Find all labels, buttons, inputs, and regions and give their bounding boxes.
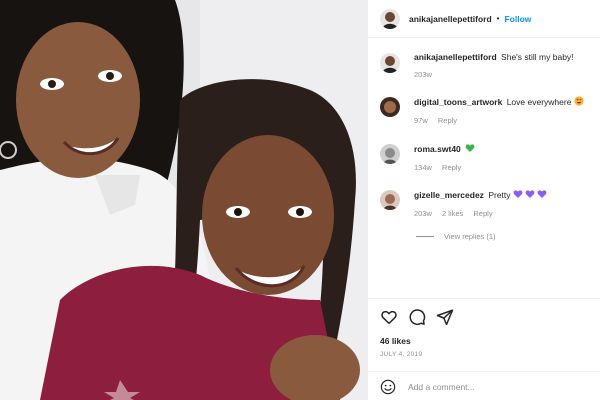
comment: roma.swt40 134w Reply [380, 143, 595, 173]
reply-button[interactable]: Reply [438, 116, 457, 125]
comment-age: 203w [414, 209, 432, 218]
post-photo[interactable] [0, 0, 367, 400]
comment-line: digital_toons_artwork Love everywhere [414, 96, 584, 109]
avatar[interactable] [380, 144, 400, 164]
comment-line: gizelle_mercedez Pretty [414, 189, 547, 202]
comment-meta: 134w Reply [414, 162, 475, 173]
purple-hearts-emoji-glyph [513, 190, 547, 198]
likes-count[interactable]: 46 likes [380, 336, 411, 346]
caption-text: She's still my baby! [501, 52, 574, 62]
caption: anikajanellepettiford She's still my bab… [380, 52, 595, 80]
heart-icon[interactable] [380, 308, 398, 326]
green-heart-emoji [465, 143, 475, 156]
header-separator: • [496, 14, 500, 23]
purple-hearts-emoji [513, 189, 547, 202]
comment: digital_toons_artwork Love everywhere 97… [380, 96, 595, 126]
add-comment-input[interactable] [408, 381, 588, 392]
comment-text: Love everywhere [506, 97, 572, 107]
avatar-image [380, 97, 400, 117]
caption-meta: 203w [414, 69, 574, 80]
avatar-image [380, 144, 400, 164]
comments-list: anikajanellepettiford She's still my bab… [368, 38, 600, 300]
avatar-image [380, 8, 400, 29]
comment-body: gizelle_mercedez Pretty 203w 2 likes Rep… [414, 189, 547, 219]
comment-username[interactable]: gizelle_mercedez [414, 190, 484, 200]
follow-button[interactable]: Follow [504, 14, 531, 24]
add-comment-bar [368, 371, 600, 400]
share-icon[interactable] [436, 308, 454, 326]
comment-body: roma.swt40 134w Reply [414, 143, 475, 173]
caption-age: 203w [414, 70, 432, 79]
heart-eyes-emoji-glyph [574, 96, 584, 106]
comment: gizelle_mercedez Pretty 203w 2 likes Rep… [380, 189, 595, 219]
avatar-image [380, 53, 400, 73]
green-heart-emoji-glyph [465, 144, 475, 152]
reply-button[interactable]: Reply [473, 209, 492, 218]
comment-age: 97w [414, 116, 428, 125]
avatar[interactable] [380, 53, 400, 73]
comment-likes[interactable]: 2 likes [442, 209, 463, 218]
heart-eyes-emoji [574, 96, 584, 109]
comment-line: roma.swt40 [414, 143, 475, 156]
comment-meta: 97w Reply [414, 115, 584, 126]
comment-age: 134w [414, 163, 432, 172]
action-icons [380, 308, 464, 326]
view-replies-button[interactable]: View replies (1) [416, 232, 496, 241]
post-side-panel: anikajanellepettiford • Follow anikajane… [367, 0, 600, 400]
header-username[interactable]: anikajanellepettiford [409, 14, 492, 24]
post-actions: 46 likes JULY 4, 2019 [368, 298, 600, 400]
avatar[interactable] [380, 8, 400, 29]
avatar[interactable] [380, 97, 400, 117]
comment-body: digital_toons_artwork Love everywhere 97… [414, 96, 584, 126]
post-photo-illustration [0, 0, 367, 400]
comment-meta: 203w 2 likes Reply [414, 208, 547, 219]
caption-body: anikajanellepettiford She's still my bab… [414, 52, 574, 80]
comment-username[interactable]: roma.swt40 [414, 144, 461, 154]
view-replies-line [416, 236, 434, 237]
avatar-image [380, 190, 400, 210]
emoji-picker-icon[interactable] [380, 379, 396, 395]
comment-username[interactable]: digital_toons_artwork [414, 97, 502, 107]
post-header: anikajanellepettiford • Follow [368, 0, 600, 38]
post-date[interactable]: JULY 4, 2019 [380, 351, 422, 358]
reply-button[interactable]: Reply [442, 163, 461, 172]
caption-line: anikajanellepettiford She's still my bab… [414, 52, 574, 63]
comment-text: Pretty [488, 190, 511, 200]
comment-icon[interactable] [408, 308, 426, 326]
instagram-post-view: anikajanellepettiford • Follow anikajane… [0, 0, 600, 400]
caption-username[interactable]: anikajanellepettiford [414, 52, 497, 62]
avatar[interactable] [380, 190, 400, 210]
view-replies-label: View replies (1) [444, 232, 496, 241]
